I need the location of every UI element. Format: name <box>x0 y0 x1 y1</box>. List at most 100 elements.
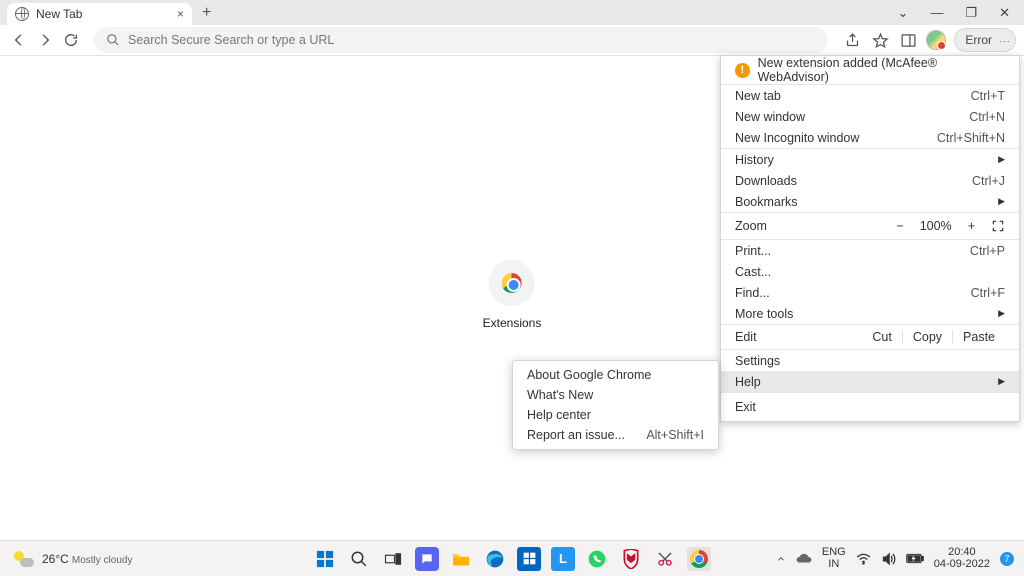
search-icon <box>106 33 120 47</box>
volume-icon[interactable] <box>881 552 896 566</box>
menu-label: Help <box>735 375 761 389</box>
menu-more-tools[interactable]: More tools ▶ <box>721 303 1019 324</box>
menu-label: Report an issue... <box>527 428 625 442</box>
onedrive-icon[interactable] <box>796 553 812 564</box>
help-help-center[interactable]: Help center <box>513 405 718 425</box>
search-taskbar-button[interactable] <box>347 547 371 571</box>
help-submenu: About Google Chrome What's New Help cent… <box>512 360 719 450</box>
edit-copy-button[interactable]: Copy <box>902 330 952 344</box>
weather-icon <box>14 551 34 567</box>
bookmark-button[interactable] <box>870 30 890 50</box>
error-label: Error <box>965 33 992 47</box>
reload-button[interactable] <box>62 31 80 49</box>
menu-cast[interactable]: Cast... <box>721 261 1019 282</box>
zoom-out-button[interactable]: − <box>896 219 903 233</box>
clock-time: 20:40 <box>948 547 976 559</box>
chevron-right-icon: ▶ <box>998 154 1005 165</box>
battery-icon[interactable] <box>906 553 924 564</box>
help-report-issue[interactable]: Report an issue... Alt+Shift+I <box>513 425 718 445</box>
ntp-shortcut[interactable]: Extensions <box>483 260 542 330</box>
language-indicator[interactable]: ENG IN <box>822 547 846 570</box>
minimize-button[interactable]: — <box>930 5 943 21</box>
tray-overflow-button[interactable] <box>776 554 786 564</box>
store-icon[interactable] <box>517 547 541 571</box>
new-tab-button[interactable]: + <box>202 4 211 22</box>
close-window-button[interactable]: ✕ <box>999 5 1010 21</box>
alert-icon: ! <box>735 63 750 78</box>
taskbar-center: L <box>313 547 711 571</box>
zoom-in-button[interactable]: + <box>968 219 975 233</box>
notification-text: New extension added (McAfee® WebAdvisor) <box>758 56 1005 84</box>
edge-icon[interactable] <box>483 547 507 571</box>
menu-shortcut: Ctrl+Shift+N <box>937 131 1005 145</box>
shortcut-label: Extensions <box>483 316 542 330</box>
menu-exit[interactable]: Exit <box>721 393 1019 421</box>
menu-label: Bookmarks <box>735 195 798 209</box>
menu-label: Edit <box>735 330 757 344</box>
menu-history[interactable]: History ▶ <box>721 149 1019 170</box>
forward-button[interactable] <box>36 31 54 49</box>
menu-bookmarks[interactable]: Bookmarks ▶ <box>721 191 1019 212</box>
menu-shortcut: Ctrl+F <box>971 286 1005 300</box>
weather-desc: Mostly cloudy <box>72 555 133 566</box>
address-bar[interactable]: Search Secure Search or type a URL <box>94 27 828 53</box>
profile-avatar[interactable] <box>926 30 946 50</box>
side-panel-button[interactable] <box>898 30 918 50</box>
lang-code: ENG <box>822 547 846 559</box>
menu-print[interactable]: Print... Ctrl+P <box>721 240 1019 261</box>
menu-find[interactable]: Find... Ctrl+F <box>721 282 1019 303</box>
address-placeholder: Search Secure Search or type a URL <box>128 33 334 47</box>
menu-help[interactable]: Help ▶ <box>721 371 1019 392</box>
kebab-icon: ⋮ <box>998 36 1011 45</box>
help-whats-new[interactable]: What's New <box>513 385 718 405</box>
menu-shortcut: Ctrl+T <box>971 89 1005 103</box>
tab-title: New Tab <box>36 7 82 21</box>
menu-new-incognito[interactable]: New Incognito window Ctrl+Shift+N <box>721 127 1019 148</box>
app-l-icon[interactable]: L <box>551 547 575 571</box>
whatsapp-icon[interactable] <box>585 547 609 571</box>
menu-new-tab[interactable]: New tab Ctrl+T <box>721 85 1019 106</box>
help-about[interactable]: About Google Chrome <box>513 365 718 385</box>
weather-widget[interactable]: 26°C Mostly cloudy <box>0 551 132 567</box>
menu-label: Print... <box>735 244 771 258</box>
notification-count-badge[interactable]: 7 <box>1000 552 1014 566</box>
mcafee-icon[interactable] <box>619 547 643 571</box>
app-chat-icon[interactable] <box>415 547 439 571</box>
file-explorer-icon[interactable] <box>449 547 473 571</box>
menu-label: New window <box>735 110 805 124</box>
back-button[interactable] <box>10 31 28 49</box>
browser-tab[interactable]: New Tab × <box>7 3 192 25</box>
menu-label: What's New <box>527 388 593 402</box>
chevron-down-icon[interactable]: ⌄ <box>898 5 909 21</box>
start-button[interactable] <box>313 547 337 571</box>
wifi-icon[interactable] <box>856 553 871 565</box>
task-view-button[interactable] <box>381 547 405 571</box>
menu-new-window[interactable]: New window Ctrl+N <box>721 106 1019 127</box>
menu-label: Settings <box>735 354 780 368</box>
chevron-right-icon: ▶ <box>998 308 1005 319</box>
menu-settings[interactable]: Settings <box>721 350 1019 371</box>
menu-label: New tab <box>735 89 781 103</box>
share-button[interactable] <box>842 30 862 50</box>
chrome-menu-button[interactable]: Error ⋮ <box>954 28 1016 52</box>
edit-cut-button[interactable]: Cut <box>862 330 901 344</box>
globe-icon <box>15 7 29 21</box>
menu-downloads[interactable]: Downloads Ctrl+J <box>721 170 1019 191</box>
menu-edit: Edit Cut Copy Paste <box>721 325 1019 349</box>
clock[interactable]: 20:40 04-09-2022 <box>934 547 990 570</box>
menu-label: More tools <box>735 307 793 321</box>
lang-region: IN <box>828 559 839 571</box>
edit-paste-button[interactable]: Paste <box>952 330 1005 344</box>
maximize-button[interactable]: ❐ <box>965 5 977 21</box>
chrome-taskbar-icon[interactable] <box>687 547 711 571</box>
menu-label: New Incognito window <box>735 131 859 145</box>
clock-date: 04-09-2022 <box>934 559 990 571</box>
close-tab-button[interactable]: × <box>177 7 184 21</box>
snip-icon[interactable] <box>653 547 677 571</box>
menu-notification[interactable]: ! New extension added (McAfee® WebAdviso… <box>721 56 1019 84</box>
zoom-value: 100% <box>920 219 952 233</box>
weather-temp: 26°C <box>42 552 69 566</box>
shortcut-circle <box>489 260 535 306</box>
fullscreen-button[interactable] <box>991 219 1005 233</box>
chevron-right-icon: ▶ <box>998 376 1005 387</box>
